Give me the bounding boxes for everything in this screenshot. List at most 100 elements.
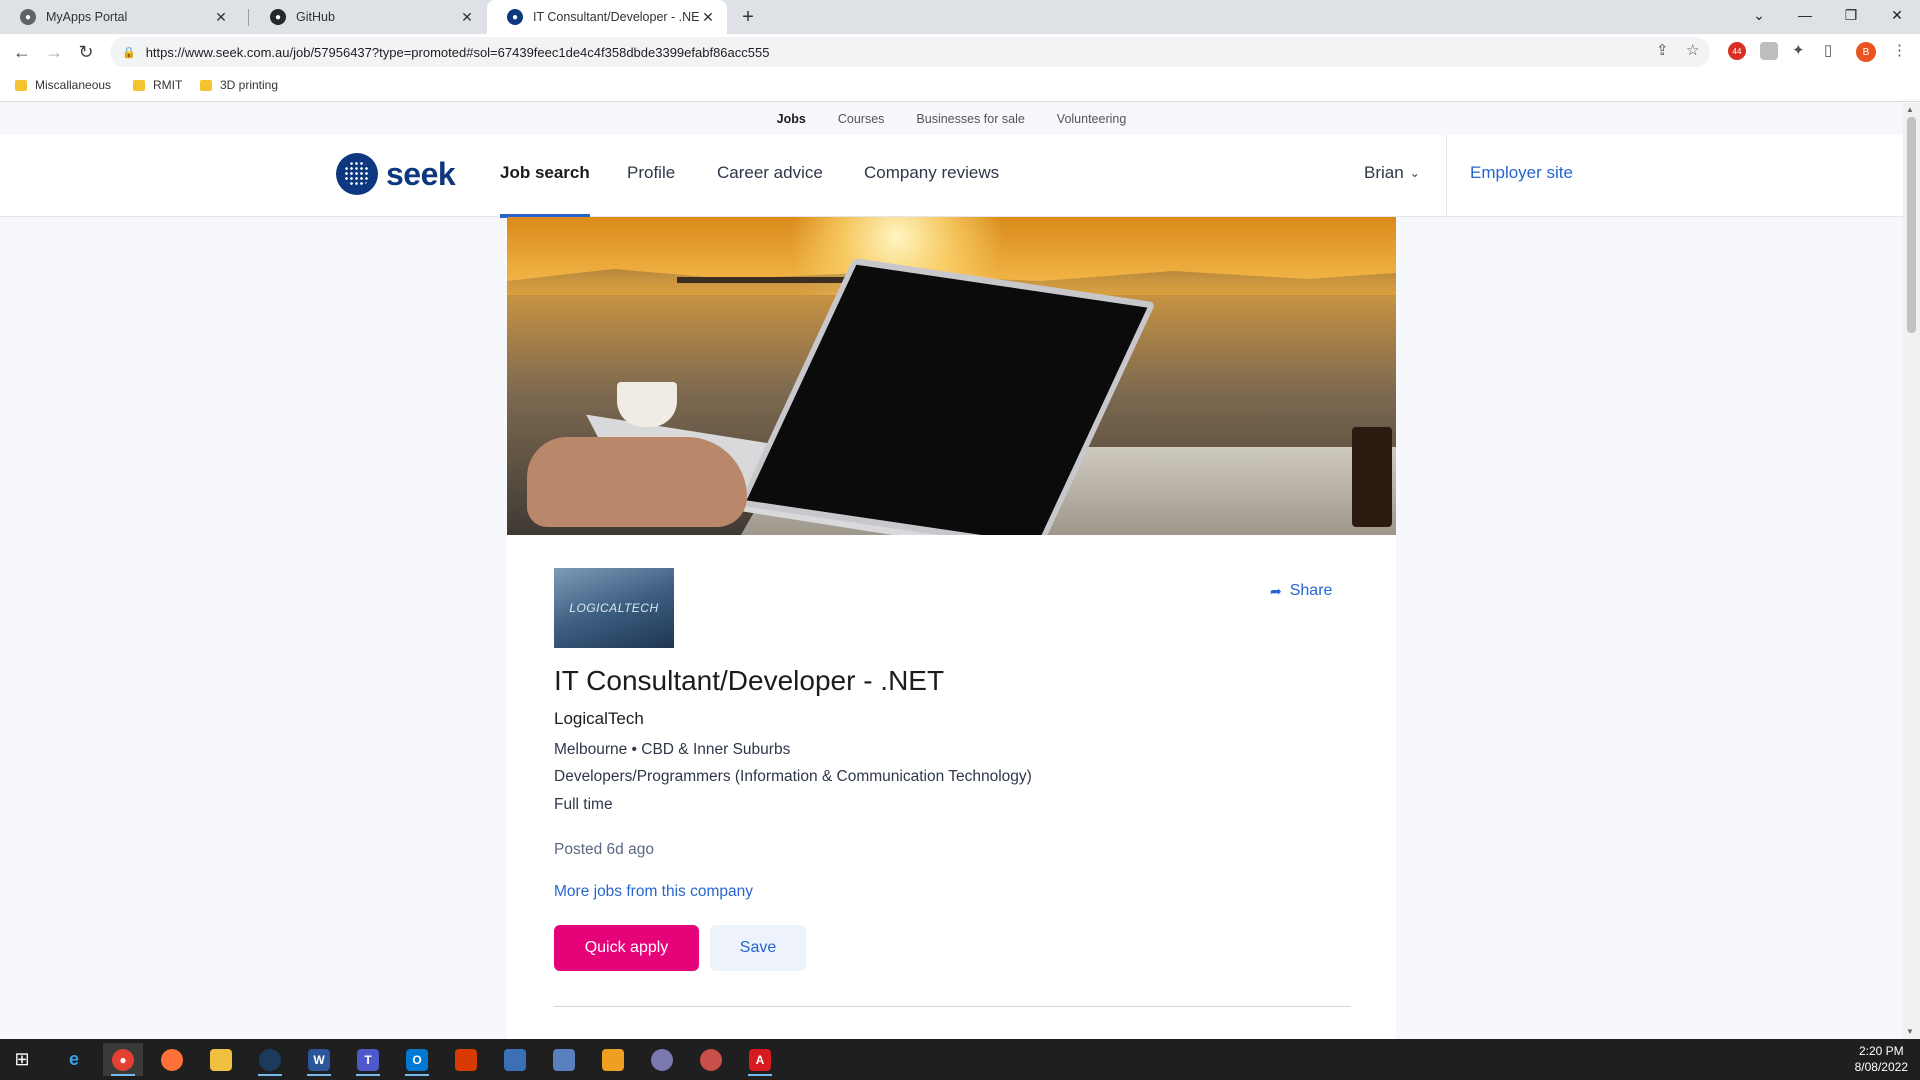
taskbar-snipping[interactable] xyxy=(691,1043,731,1076)
folder-icon xyxy=(200,79,212,91)
page-viewport: Jobs Courses Businesses for sale Volunte… xyxy=(0,103,1903,1039)
new-tab-button[interactable]: + xyxy=(736,5,760,29)
word-icon: W xyxy=(308,1048,330,1071)
tab-title: MyApps Portal xyxy=(46,10,128,24)
extensions-puzzle-icon[interactable]: ✦ xyxy=(1792,41,1805,59)
seek-logo-text: seek xyxy=(386,155,456,192)
scroll-down-icon[interactable]: ▼ xyxy=(1906,1027,1914,1036)
bookmarks-bar: Miscallaneous RMIT 3D printing xyxy=(0,70,1920,102)
snipping-tool-icon xyxy=(700,1048,722,1071)
chrome-icon: ● xyxy=(112,1048,134,1071)
url-text: https://www.seek.com.au/job/57956437?typ… xyxy=(145,44,770,60)
app-icon xyxy=(602,1048,624,1071)
company-logo: LOGICALTECH xyxy=(554,568,674,648)
nav-divider xyxy=(1446,135,1447,217)
company-logo-text: LOGICALTECH xyxy=(569,601,659,615)
system-clock[interactable]: 2:20 PM 8/08/2022 xyxy=(1855,1043,1908,1075)
profile-avatar[interactable]: B xyxy=(1856,42,1876,62)
restore-button[interactable]: ❐ xyxy=(1828,0,1874,30)
taskbar-chrome[interactable]: ● xyxy=(103,1043,143,1076)
folder-icon xyxy=(15,79,27,91)
subnav-jobs[interactable]: Jobs xyxy=(777,112,806,126)
taskbar-network[interactable] xyxy=(495,1043,535,1076)
bookmark-folder[interactable]: 3D printing xyxy=(200,78,278,92)
outlook-icon: O xyxy=(406,1048,428,1071)
tab-title: GitHub xyxy=(296,10,335,24)
scrollbar-thumb[interactable] xyxy=(1907,117,1916,333)
job-hero-image xyxy=(507,217,1396,535)
taskbar-vpn[interactable] xyxy=(642,1043,682,1076)
taskbar-office[interactable] xyxy=(446,1043,486,1076)
start-button[interactable]: ⊞ xyxy=(2,1043,42,1076)
subnav-courses[interactable]: Courses xyxy=(838,112,885,126)
taskbar-file-explorer[interactable] xyxy=(201,1043,241,1076)
quick-apply-button[interactable]: Quick apply xyxy=(554,925,699,971)
bookmark-folder[interactable]: RMIT xyxy=(133,78,182,92)
tab-myapps[interactable]: ● MyApps Portal ✕ xyxy=(0,0,240,34)
clock-time: 2:20 PM xyxy=(1858,1044,1904,1058)
employer-site-link[interactable]: Employer site xyxy=(1470,163,1573,183)
camera-app-icon xyxy=(259,1048,281,1071)
tab-github[interactable]: ● GitHub ✕ xyxy=(250,0,486,34)
nav-profile[interactable]: Profile xyxy=(627,163,675,183)
taskbar-acrobat[interactable]: A xyxy=(740,1043,780,1076)
globe-icon xyxy=(651,1048,673,1071)
taskbar-app-orange[interactable] xyxy=(593,1043,633,1076)
clock-date: 8/08/2022 xyxy=(1854,1060,1908,1074)
taskbar-firefox[interactable] xyxy=(152,1043,192,1076)
close-tab-icon[interactable]: ✕ xyxy=(212,8,230,26)
share-page-icon[interactable]: ⇪ xyxy=(1656,41,1669,59)
nav-company-reviews[interactable]: Company reviews xyxy=(864,163,999,183)
job-classification: Developers/Programmers (Information & Co… xyxy=(554,768,1032,785)
page-scrollbar[interactable]: ▲ ▼ xyxy=(1903,103,1920,1039)
back-button[interactable]: ← xyxy=(8,38,36,66)
close-tab-icon[interactable]: ✕ xyxy=(699,8,717,26)
close-window-button[interactable]: ✕ xyxy=(1874,0,1920,30)
extension-icon[interactable] xyxy=(1760,42,1778,60)
bookmark-folder[interactable]: Miscallaneous xyxy=(15,78,111,92)
bookmark-label: RMIT xyxy=(153,78,183,92)
more-jobs-link[interactable]: More jobs from this company xyxy=(554,883,753,901)
reload-button[interactable]: ↻ xyxy=(72,38,100,66)
taskbar-3d[interactable] xyxy=(544,1043,584,1076)
company-name: LogicalTech xyxy=(554,709,644,728)
bookmark-star-icon[interactable]: ☆ xyxy=(1686,41,1699,59)
share-button[interactable]: ➦ Share xyxy=(1270,582,1332,600)
profile-initial: B xyxy=(1862,46,1870,58)
nav-career-advice[interactable]: Career advice xyxy=(717,163,823,183)
folder-icon xyxy=(210,1048,232,1071)
taskbar-ie[interactable]: e xyxy=(54,1043,94,1076)
job-details-card: LOGICALTECH ➦ Share IT Consultant/Develo… xyxy=(507,535,1396,1039)
seek-favicon-icon: ● xyxy=(507,9,523,25)
globe-icon: ● xyxy=(20,9,36,25)
tab-seek-job[interactable]: ● IT Consultant/Developer - .NET Jo ✕ xyxy=(487,0,727,34)
taskbar-teams[interactable]: T xyxy=(348,1043,388,1076)
taskbar-app[interactable] xyxy=(250,1043,290,1076)
taskbar-outlook[interactable]: O xyxy=(397,1043,437,1076)
firefox-icon xyxy=(161,1048,183,1071)
subnav-volunteering[interactable]: Volunteering xyxy=(1057,112,1127,126)
minimize-button[interactable]: — xyxy=(1782,0,1828,30)
tab-search-icon[interactable]: ⌄ xyxy=(1736,0,1782,30)
acrobat-icon: A xyxy=(749,1048,771,1071)
side-panel-icon[interactable]: ▯ xyxy=(1824,41,1832,59)
seek-logo-mark-icon xyxy=(336,153,378,195)
scroll-up-icon[interactable]: ▲ xyxy=(1906,105,1914,114)
chevron-down-icon: ⌄ xyxy=(1409,166,1420,180)
tab-title: IT Consultant/Developer - .NET Jo xyxy=(533,10,699,24)
divider xyxy=(554,1006,1351,1007)
job-title: IT Consultant/Developer - .NET xyxy=(554,665,945,696)
subnav-businesses[interactable]: Businesses for sale xyxy=(916,112,1024,126)
job-location: Melbourne • CBD & Inner Suburbs xyxy=(554,741,791,758)
nav-job-search[interactable]: Job search xyxy=(500,163,590,218)
seek-logo[interactable]: seek xyxy=(336,153,456,195)
save-job-button[interactable]: Save xyxy=(710,925,806,971)
forward-button[interactable]: → xyxy=(40,38,68,66)
close-tab-icon[interactable]: ✕ xyxy=(458,8,476,26)
address-bar[interactable]: 🔒 https://www.seek.com.au/job/57956437?t… xyxy=(110,37,1710,67)
menu-kebab-icon[interactable]: ⋮ xyxy=(1892,41,1907,59)
network-app-icon xyxy=(504,1048,526,1071)
taskbar-word[interactable]: W xyxy=(299,1043,339,1076)
extension-icon[interactable]: 44 xyxy=(1728,42,1746,60)
user-menu[interactable]: Brian ⌄ xyxy=(1364,163,1420,183)
